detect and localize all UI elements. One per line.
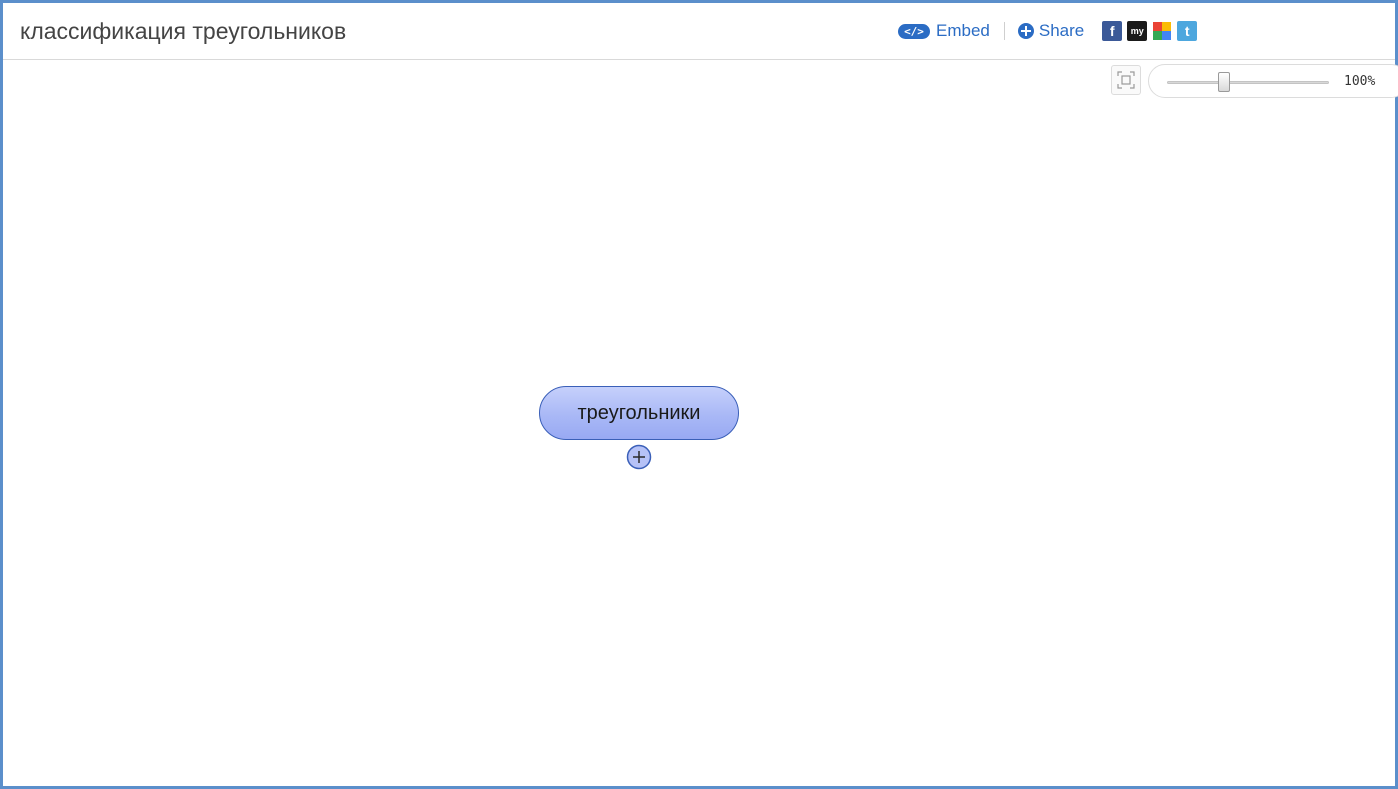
header-actions: </> Embed Share f my t (898, 21, 1202, 41)
embed-code-icon: </> (898, 23, 930, 39)
root-node[interactable]: треугольники (539, 386, 739, 440)
embed-label: Embed (936, 21, 990, 40)
header-bar: классификация треугольников </> Embed Sh… (3, 3, 1395, 60)
zoom-slider-track[interactable] (1167, 81, 1329, 84)
fit-to-screen-button[interactable] (1111, 65, 1141, 95)
fit-screen-icon (1117, 71, 1135, 89)
plus-circle-icon (1017, 23, 1034, 39)
header-divider (1003, 22, 1005, 40)
app-frame: классификация треугольников </> Embed Sh… (0, 0, 1398, 789)
share-label: Share (1038, 21, 1085, 40)
root-node-label: треугольники (577, 401, 701, 424)
twitter-icon[interactable]: t (1177, 21, 1198, 41)
share-button[interactable]: Share (1017, 21, 1085, 41)
plus-icon (626, 444, 652, 470)
google-icon[interactable] (1152, 21, 1173, 41)
social-links: f my t (1102, 21, 1202, 41)
zoom-control: 100% (1148, 64, 1398, 98)
zoom-value: 100% (1344, 74, 1376, 89)
page-title: классификация треугольников (20, 18, 347, 44)
facebook-icon[interactable]: f (1102, 21, 1123, 41)
expand-node-button[interactable] (626, 444, 652, 470)
myspace-icon[interactable]: my (1127, 21, 1148, 41)
embed-button[interactable]: </> Embed (898, 21, 990, 41)
zoom-slider-thumb[interactable] (1217, 72, 1230, 92)
